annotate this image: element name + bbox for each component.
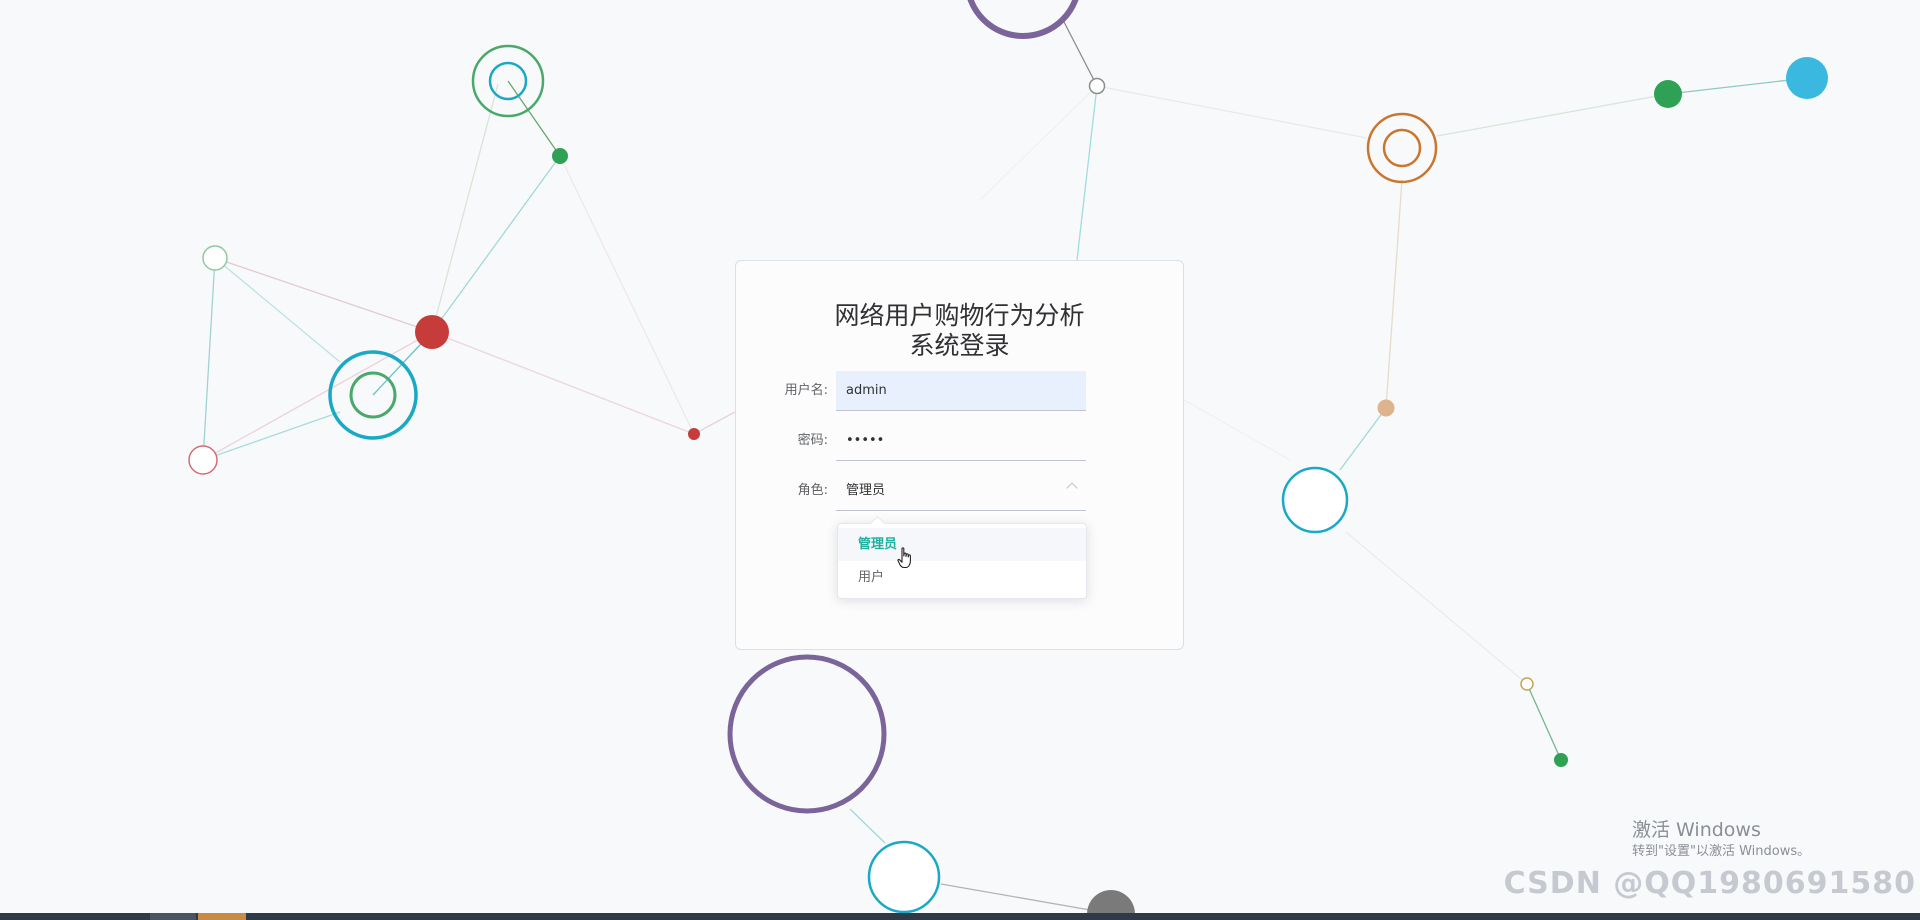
taskbar-item[interactable] (198, 913, 246, 920)
role-select-value: 管理员 (846, 483, 886, 498)
role-label: 角色: (797, 483, 828, 498)
taskbar-item[interactable] (150, 913, 196, 920)
password-label: 密码: (797, 433, 828, 448)
username-input[interactable]: admin (836, 371, 1086, 411)
password-input[interactable]: ••••• (836, 421, 1086, 461)
username-label: 用户名: (784, 383, 828, 398)
windows-activation-title: 激活 Windows (1632, 819, 1761, 841)
hand-pointer-icon (897, 547, 911, 569)
password-row: 密码: ••••• (736, 421, 1183, 461)
role-option-admin[interactable]: 管理员 (838, 528, 1086, 561)
windows-activation-subtitle: 转到"设置"以激活 Windows。 (1632, 844, 1811, 859)
username-row: 用户名: admin (736, 371, 1183, 411)
login-title-line2: 系统登录 (909, 331, 1010, 360)
role-select[interactable]: 管理员 (836, 471, 1086, 511)
windows-activation-watermark: 激活 Windows 转到"设置"以激活 Windows。 (1632, 818, 1810, 862)
chevron-up-icon (1066, 482, 1078, 494)
login-title-line1: 网络用户购物行为分析 (834, 301, 1085, 330)
role-option-user[interactable]: 用户 (838, 561, 1086, 594)
taskbar (0, 913, 1920, 920)
login-title: 网络用户购物行为分析 系统登录 (736, 301, 1183, 361)
role-row: 角色: 管理员 (736, 471, 1183, 511)
csdn-watermark: CSDN @QQ1980691580 (1503, 866, 1916, 901)
role-dropdown: 管理员 用户 (837, 523, 1087, 599)
